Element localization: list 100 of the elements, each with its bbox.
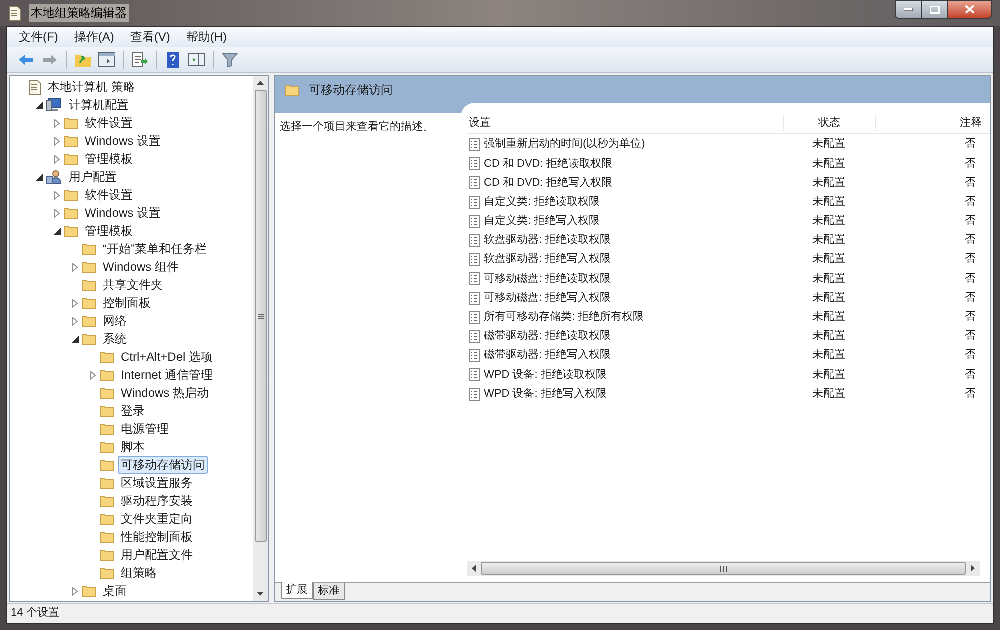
tree-item[interactable]: 驱动程序安装 <box>118 492 196 510</box>
setting-name[interactable]: 自定义类: 拒绝写入权限 <box>484 213 600 230</box>
tree-item[interactable]: 用户配置文件 <box>118 546 196 564</box>
collapsed-arrow-icon[interactable] <box>54 136 60 146</box>
tree-item[interactable]: 控制面板 <box>100 294 154 312</box>
collapsed-arrow-icon[interactable] <box>54 208 60 218</box>
setting-name[interactable]: 可移动磁盘: 拒绝读取权限 <box>484 270 612 288</box>
tree-item[interactable]: Internet 通信管理 <box>118 366 216 384</box>
folder-icon <box>100 477 114 489</box>
tree-item[interactable]: 网络 <box>100 312 130 330</box>
scroll-up-icon[interactable] <box>257 81 264 85</box>
setting-name[interactable]: 软盘驱动器: 拒绝写入权限 <box>484 251 612 268</box>
setting-name[interactable]: 所有可移动存储类: 拒绝所有权限 <box>484 309 644 326</box>
tree-item[interactable]: Windows 组件 <box>100 258 182 276</box>
policy-setting-icon <box>469 388 480 401</box>
policy-setting-icon <box>469 176 480 190</box>
tree-item[interactable]: 区域设置服务 <box>118 474 196 492</box>
horizontal-scrollbar[interactable] <box>467 561 980 576</box>
minimize-button[interactable] <box>895 0 922 19</box>
state-text: 未配置 <box>812 156 846 172</box>
setting-name[interactable]: 强制重新启动的时间(以秒为单位) <box>484 136 646 153</box>
view-tab[interactable]: 标准 <box>313 583 345 600</box>
tree-item[interactable]: 管理模板 <box>82 222 136 240</box>
folder-icon <box>82 333 96 345</box>
state-text: 未配置 <box>812 214 846 230</box>
state-text: 未配置 <box>812 348 846 364</box>
folder-icon <box>285 84 299 96</box>
collapsed-arrow-icon[interactable] <box>72 262 78 272</box>
tree-item[interactable]: “开始”菜单和任务栏 <box>100 240 210 258</box>
maximize-button[interactable] <box>922 0 948 19</box>
user-icon <box>46 170 62 184</box>
expanded-arrow-icon[interactable] <box>72 336 78 342</box>
collapsed-arrow-icon[interactable] <box>72 316 78 326</box>
tree-item[interactable]: 电源管理 <box>118 420 172 438</box>
status-text: 14 个设置 <box>11 606 60 622</box>
folder-icon <box>100 405 114 417</box>
policy-setting-icon <box>469 310 480 324</box>
collapsed-arrow-icon[interactable] <box>72 586 78 596</box>
setting-name[interactable]: WPD 设备: 拒绝写入权限 <box>484 386 607 402</box>
tree-item[interactable]: Windows 设置 <box>82 132 164 150</box>
scroll-right-icon[interactable] <box>971 565 975 572</box>
policy-setting-icon <box>469 196 480 209</box>
collapsed-arrow-icon[interactable] <box>54 118 60 128</box>
setting-name[interactable]: WPD 设备: 拒绝读取权限 <box>484 366 607 384</box>
policy-setting-icon <box>469 253 480 266</box>
tree-item[interactable]: 用户配置 <box>66 168 120 186</box>
tree-item[interactable]: 性能控制面板 <box>118 528 196 546</box>
tree-item[interactable]: 管理模板 <box>82 150 136 168</box>
content-title: 可移动存储访问 <box>309 82 393 98</box>
state-text: 未配置 <box>812 368 846 383</box>
comment-text: 否 <box>965 329 976 344</box>
setting-name[interactable]: 可移动磁盘: 拒绝写入权限 <box>484 290 612 306</box>
setting-name[interactable]: 磁带驱动器: 拒绝读取权限 <box>484 328 612 345</box>
expanded-arrow-icon[interactable] <box>36 102 42 108</box>
folder-icon <box>82 261 96 273</box>
vertical-scrollbar[interactable] <box>253 76 268 601</box>
collapsed-arrow-icon[interactable] <box>72 298 78 308</box>
collapsed-arrow-icon[interactable] <box>54 190 60 200</box>
expanded-arrow-icon[interactable] <box>36 174 42 180</box>
folder-icon <box>100 423 114 435</box>
tree-item[interactable]: Windows 热启动 <box>118 384 212 402</box>
scroll-down-icon[interactable] <box>257 592 264 596</box>
tree-item[interactable]: 可移动存储访问 <box>118 456 208 474</box>
state-text: 未配置 <box>812 310 846 326</box>
tree-item[interactable]: 脚本 <box>118 438 148 456</box>
scroll-left-icon[interactable] <box>472 565 476 572</box>
close-button[interactable] <box>948 0 992 19</box>
tree-item[interactable]: 组策略 <box>118 564 160 582</box>
column-header[interactable]: 状态 <box>783 114 875 132</box>
tree-item[interactable]: 软件设置 <box>82 186 136 204</box>
menu-item[interactable]: 查看(V) <box>122 28 178 46</box>
setting-name[interactable]: CD 和 DVD: 拒绝读取权限 <box>484 156 612 172</box>
tree-item[interactable]: 共享文件夹 <box>100 276 166 294</box>
tree-item[interactable]: 桌面 <box>100 582 130 600</box>
setting-name[interactable]: 磁带驱动器: 拒绝写入权限 <box>484 347 612 364</box>
state-text: 未配置 <box>812 329 846 344</box>
column-header[interactable]: 注释 <box>875 114 990 132</box>
tree-item[interactable]: 文件夹重定向 <box>118 510 196 528</box>
comment-text: 否 <box>965 176 976 191</box>
tree-item[interactable]: 系统 <box>100 330 130 348</box>
tree-item[interactable]: 软件设置 <box>82 114 136 132</box>
menu-item[interactable]: 帮助(H) <box>178 28 235 46</box>
tree-item[interactable]: 计算机配置 <box>66 96 132 114</box>
collapsed-arrow-icon[interactable] <box>90 370 96 380</box>
expanded-arrow-icon[interactable] <box>54 228 60 234</box>
setting-name[interactable]: 自定义类: 拒绝读取权限 <box>484 194 600 210</box>
close-icon <box>964 5 974 14</box>
tree-item[interactable]: Windows 设置 <box>82 204 164 222</box>
comment-text: 否 <box>965 386 976 402</box>
tree-item[interactable]: 本地计算机 策略 <box>45 78 138 96</box>
column-header[interactable]: 设置 <box>467 114 783 132</box>
setting-name[interactable]: CD 和 DVD: 拒绝写入权限 <box>484 174 612 192</box>
view-tab[interactable]: 扩展 <box>281 582 313 599</box>
setting-name[interactable]: 软盘驱动器: 拒绝读取权限 <box>484 232 612 249</box>
tree-item[interactable]: 登录 <box>118 402 148 420</box>
tree-item[interactable]: Ctrl+Alt+Del 选项 <box>118 348 216 366</box>
menu-item[interactable]: 操作(A) <box>66 28 122 46</box>
folder-icon <box>100 351 114 363</box>
menu-item[interactable]: 文件(F) <box>11 28 66 46</box>
collapsed-arrow-icon[interactable] <box>54 154 60 164</box>
